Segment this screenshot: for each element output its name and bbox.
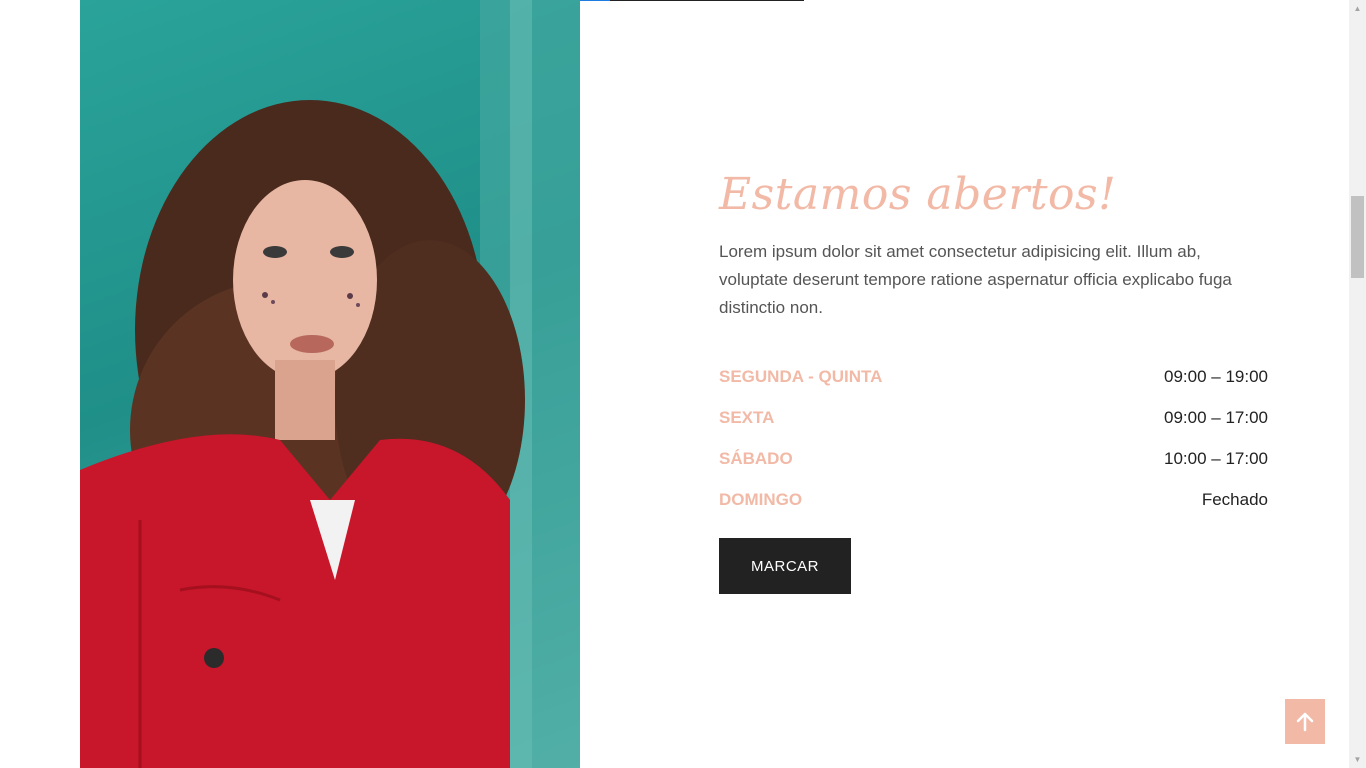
portrait-illustration (80, 0, 580, 768)
top-progress-line (560, 0, 804, 1)
hours-row-sunday: DOMINGO Fechado (719, 479, 1268, 520)
intro-paragraph: Lorem ipsum dolor sit amet consectetur a… (719, 242, 1232, 317)
hours-day: SEXTA (719, 407, 775, 427)
hours-row-weekdays: SEGUNDA - QUINTA 09:00 – 19:00 (719, 356, 1268, 397)
scroll-up-arrow-icon[interactable]: ▲ (1349, 0, 1366, 17)
hours-day: SÁBADO (719, 448, 793, 468)
hours-time: 09:00 – 19:00 (1164, 366, 1268, 386)
hero-photo (80, 0, 580, 768)
scroll-down-arrow-icon[interactable]: ▼ (1349, 751, 1366, 768)
hours-time: 09:00 – 17:00 (1164, 407, 1268, 427)
section-heading: Estamos abertos! (719, 169, 1117, 220)
hours-row-saturday: SÁBADO 10:00 – 17:00 (719, 438, 1268, 479)
book-button[interactable]: MARCAR (719, 538, 851, 594)
hours-row-friday: SEXTA 09:00 – 17:00 (719, 397, 1268, 438)
hours-day: SEGUNDA - QUINTA (719, 366, 883, 386)
hours-time: Fechado (1201, 489, 1268, 509)
scrollbar-thumb[interactable] (1351, 196, 1364, 278)
page-scrollbar[interactable]: ▲ ▼ (1349, 0, 1366, 768)
hours-day: DOMINGO (719, 489, 803, 509)
arrow-up-icon (1296, 712, 1314, 731)
back-to-top-button[interactable] (1285, 699, 1325, 744)
opening-hours-section: Estamos abertos! Lorem ipsum dolor sit a… (719, 160, 1268, 594)
hours-time: 10:00 – 17:00 (1164, 448, 1268, 468)
hours-list: SEGUNDA - QUINTA 09:00 – 19:00 SEXTA 09:… (719, 356, 1268, 520)
